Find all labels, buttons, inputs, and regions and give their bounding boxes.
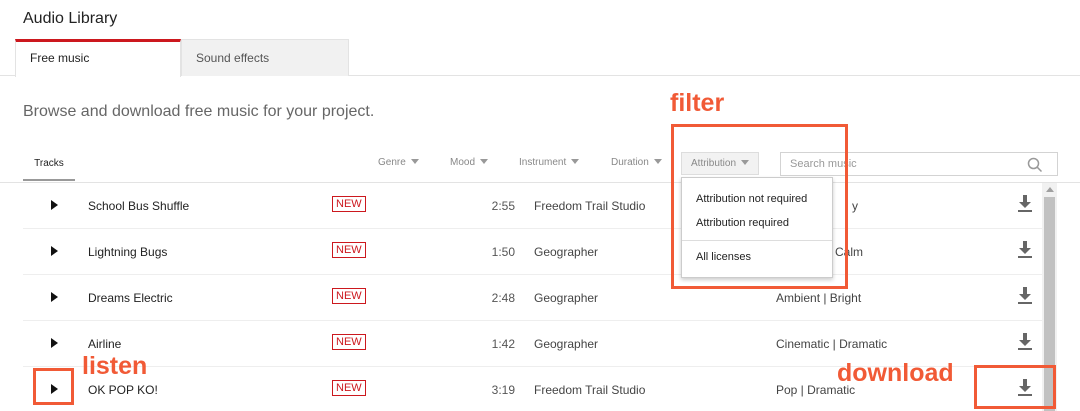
track-artist: Freedom Trail Studio xyxy=(534,383,646,397)
play-icon xyxy=(51,338,58,348)
track-duration: 2:48 xyxy=(491,291,515,305)
tab-bar: Free music Sound effects xyxy=(0,39,1080,77)
intro-text: Browse and download free music for your … xyxy=(23,103,375,120)
download-icon[interactable] xyxy=(1018,333,1032,351)
search-icon[interactable] xyxy=(1027,157,1043,173)
play-button[interactable] xyxy=(35,187,75,225)
tab-sound-effects[interactable]: Sound effects xyxy=(181,39,349,76)
app-title: Audio Library xyxy=(23,10,118,27)
track-duration: 2:55 xyxy=(491,199,515,213)
download-icon[interactable] xyxy=(1018,241,1032,259)
genre-filter-label: Genre xyxy=(378,157,406,168)
track-row: Dreams Electric NEW 2:48 Geographer Ambi… xyxy=(23,275,1042,321)
instrument-filter[interactable]: Instrument xyxy=(519,157,580,168)
tracks-tab[interactable]: Tracks xyxy=(23,150,75,181)
play-icon xyxy=(51,246,58,256)
duration-filter[interactable]: Duration xyxy=(611,157,662,168)
mood-filter[interactable]: Mood xyxy=(450,157,489,168)
track-row: School Bus Shuffle NEW 2:55 Freedom Trai… xyxy=(23,183,1042,229)
listen-annotation-label: listen xyxy=(82,352,148,380)
new-badge: NEW xyxy=(332,334,366,350)
caret-down-icon xyxy=(653,159,662,164)
track-title: Lightning Bugs xyxy=(88,245,168,259)
new-badge: NEW xyxy=(332,196,366,212)
scroll-up-arrow-icon[interactable] xyxy=(1046,187,1054,192)
filter-toolbar: Tracks Genre Mood Instrument Duration At… xyxy=(0,150,1080,184)
play-icon xyxy=(51,292,58,302)
mood-filter-label: Mood xyxy=(450,157,476,168)
track-duration: 1:50 xyxy=(491,245,515,259)
download-highlight-box xyxy=(974,365,1056,409)
play-button[interactable] xyxy=(35,325,75,363)
caret-down-icon xyxy=(410,159,419,164)
track-genre: Ambient | Bright xyxy=(776,291,862,305)
genre-filter[interactable]: Genre xyxy=(378,157,419,168)
duration-filter-label: Duration xyxy=(611,157,649,168)
track-artist: Freedom Trail Studio xyxy=(534,199,646,213)
play-icon xyxy=(51,200,58,210)
track-duration: 1:42 xyxy=(491,337,515,351)
listen-highlight-box xyxy=(33,368,74,405)
track-artist: Geographer xyxy=(534,291,599,305)
track-artist: Geographer xyxy=(534,245,599,259)
track-title: School Bus Shuffle xyxy=(88,199,190,213)
track-title: OK POP KO! xyxy=(88,383,158,397)
caret-down-icon xyxy=(571,159,580,164)
track-duration: 3:19 xyxy=(491,383,515,397)
download-icon[interactable] xyxy=(1018,195,1032,213)
track-artist: Geographer xyxy=(534,337,599,351)
track-row: Lightning Bugs NEW 1:50 Geographer Calm xyxy=(23,229,1042,275)
track-genre: Cinematic | Dramatic xyxy=(776,337,888,351)
download-annotation-label: download xyxy=(837,359,954,387)
play-button[interactable] xyxy=(35,233,75,271)
new-badge: NEW xyxy=(332,288,366,304)
instrument-filter-label: Instrument xyxy=(519,157,567,168)
track-title: Dreams Electric xyxy=(88,291,173,305)
filter-annotation-label: filter xyxy=(670,89,725,117)
filter-highlight-box xyxy=(671,124,848,289)
play-button[interactable] xyxy=(35,279,75,317)
caret-down-icon xyxy=(480,159,489,164)
track-title: Airline xyxy=(88,337,122,351)
download-icon[interactable] xyxy=(1018,287,1032,305)
new-badge: NEW xyxy=(332,380,366,396)
new-badge: NEW xyxy=(332,242,366,258)
tab-free-music[interactable]: Free music xyxy=(15,39,181,77)
track-genre: y xyxy=(852,199,858,213)
